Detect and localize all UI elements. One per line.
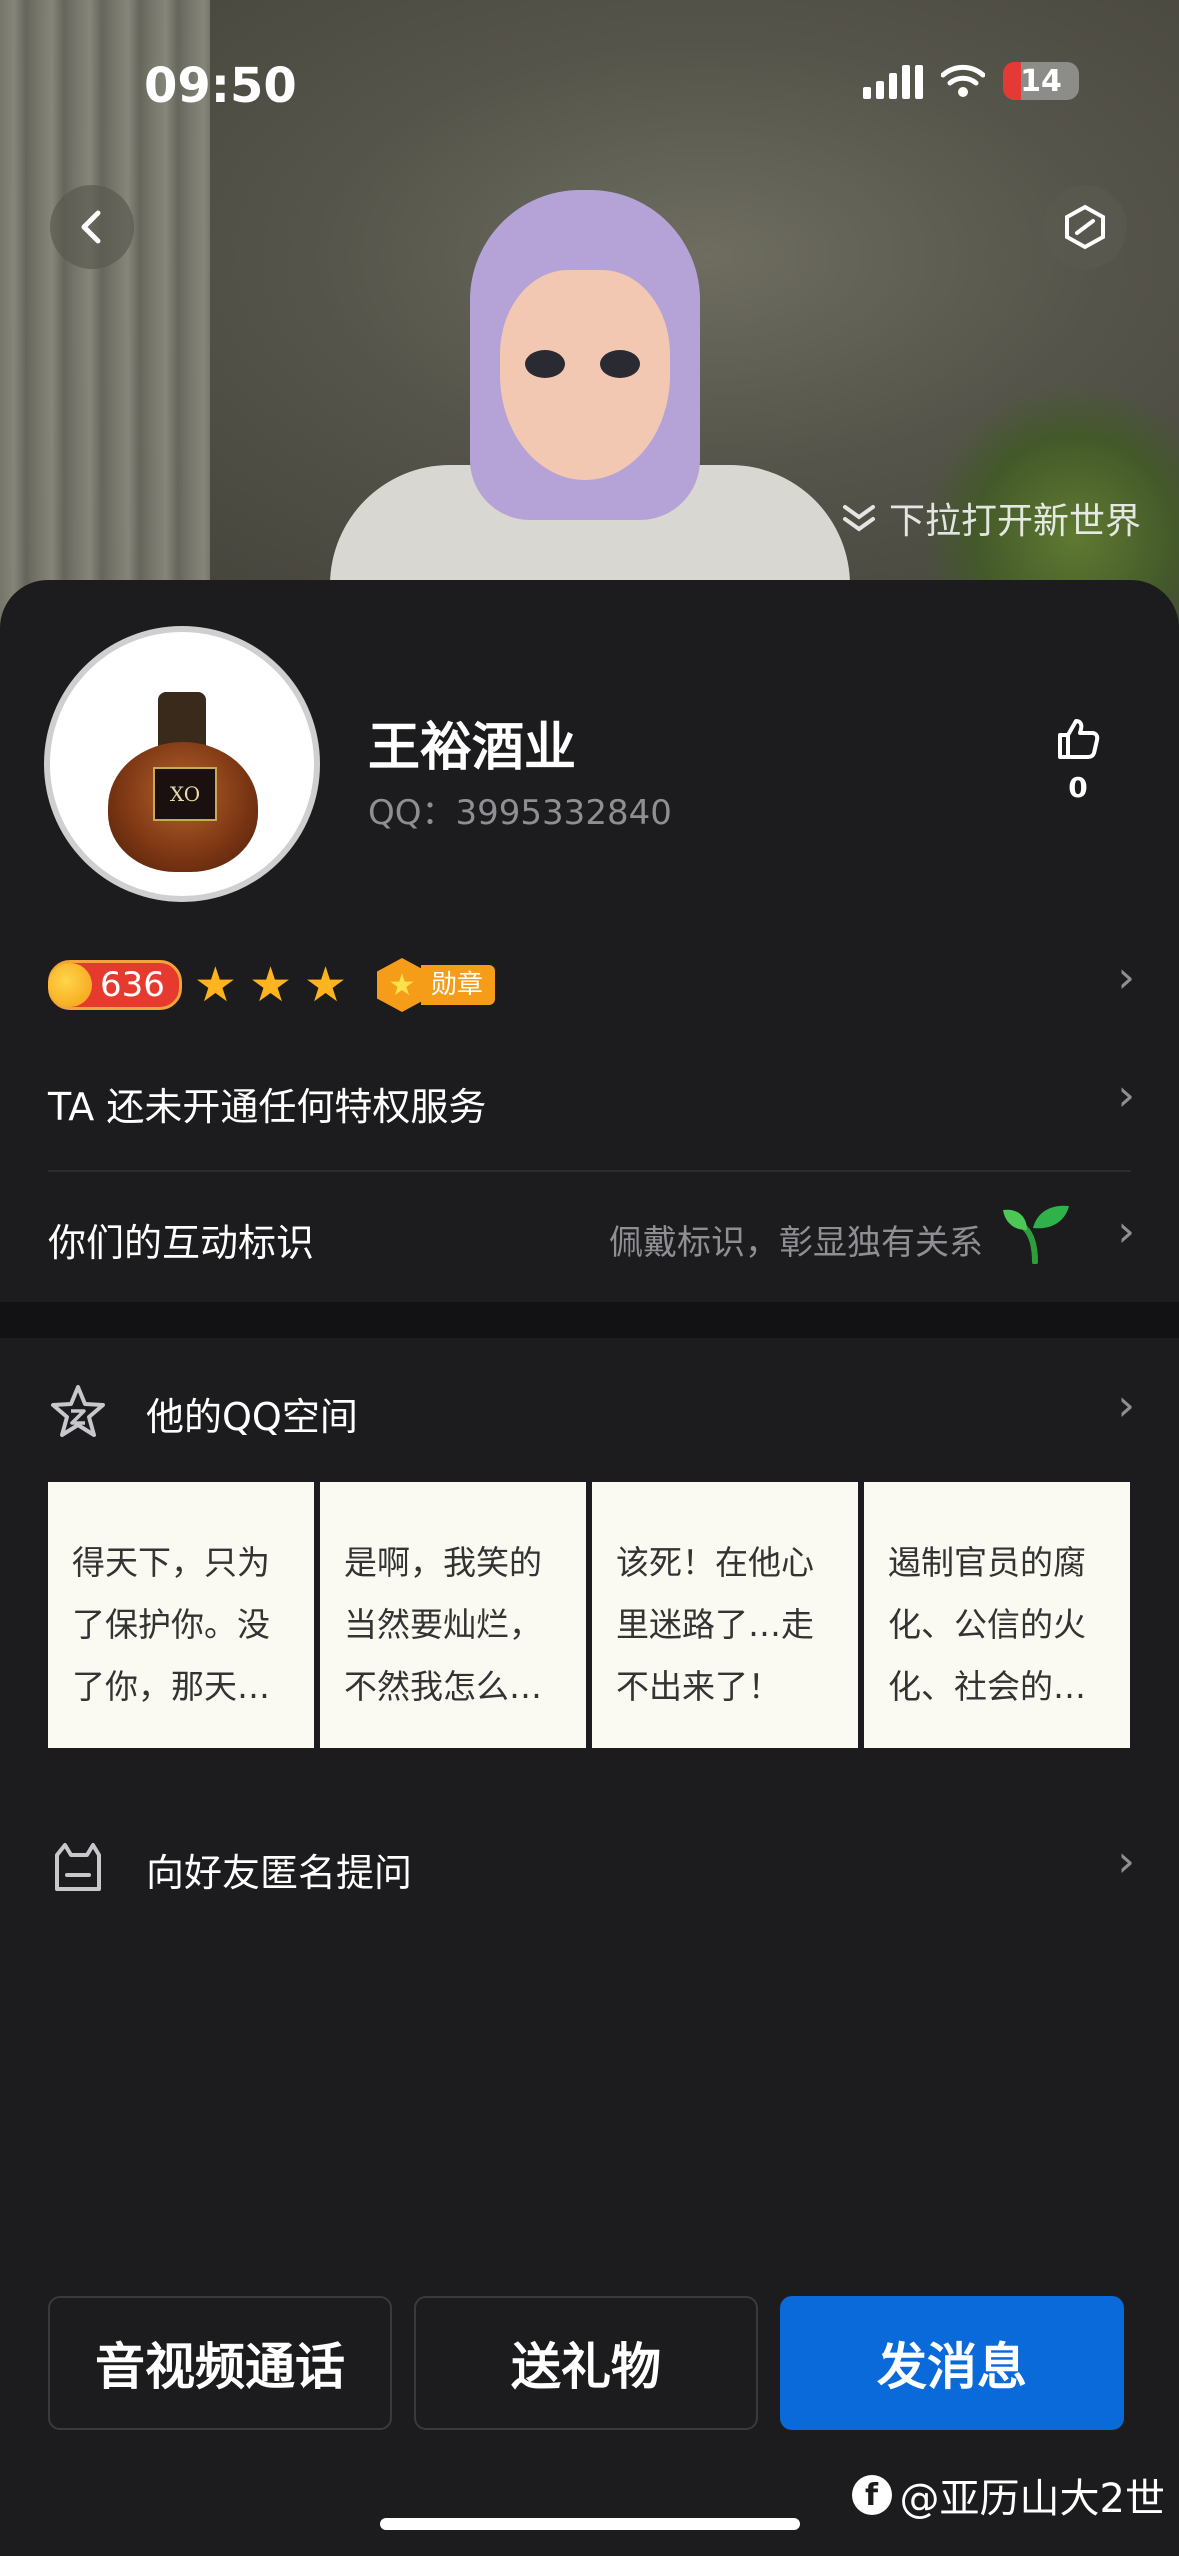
home-indicator[interactable] [380, 2518, 800, 2530]
level-badges[interactable]: 636 ★ ★ ★ ★ 勋章 [48, 957, 496, 1013]
chevron-left-icon [81, 210, 101, 244]
pull-down-hint[interactable]: 下拉打开新世界 [839, 492, 1141, 544]
chevron-right-icon[interactable]: › [1117, 1206, 1135, 1257]
double-chevron-down-icon [842, 505, 875, 532]
avatar[interactable]: XO [44, 626, 320, 902]
cognac-bottle-image: XO [108, 692, 258, 872]
post-text: 得天下，只为了保护你。没了你，那天… [72, 1543, 270, 1706]
facebook-icon: f [851, 2475, 892, 2515]
sprout-icon [1003, 1205, 1069, 1264]
wifi-icon [941, 64, 985, 97]
like-button[interactable]: 0 [1050, 715, 1106, 804]
post-text: 是啊，我笑的当然要灿烂，不然我怎么… [344, 1543, 542, 1706]
divider [48, 1170, 1131, 1172]
privilege-row-label[interactable]: TA 还未开通任何特权服务 [48, 1076, 486, 1131]
like-count: 0 [1068, 771, 1088, 804]
battery-level: 14 [1020, 63, 1062, 99]
qzone-title[interactable]: 他的QQ空间 [146, 1386, 358, 1441]
bottle-label: XO [153, 767, 217, 821]
share-button[interactable] [1043, 185, 1127, 269]
qzone-star-icon [48, 1382, 108, 1442]
level-value: 636 [100, 965, 165, 1005]
qzone-post[interactable]: 得天下，只为了保护你。没了你，那天… [48, 1482, 314, 1748]
chevron-right-icon[interactable]: › [1117, 952, 1135, 1003]
watermark-text: @亚历山大2世 [899, 2476, 1165, 2522]
3d-avatar-image [330, 190, 850, 640]
star-icon: ★ [193, 957, 237, 1013]
status-time: 09:50 [144, 58, 297, 114]
medal-badge: ★ 勋章 [377, 958, 496, 1012]
post-text: 该死！在他心里迷路了…走不出来了！ [616, 1543, 814, 1706]
back-button[interactable] [50, 185, 134, 269]
av-call-button[interactable]: 音视频通话 [48, 2296, 392, 2430]
interaction-row-label[interactable]: 你们的互动标识 [48, 1212, 314, 1267]
interaction-hint: 佩戴标识，彰显独有关系 [609, 1223, 983, 1263]
qzone-post[interactable]: 遏制官员的腐化、公信的火化、社会的… [864, 1482, 1130, 1748]
qzone-posts: 得天下，只为了保护你。没了你，那天… 是啊，我笑的当然要灿烂，不然我怎么… 该死… [48, 1482, 1130, 1748]
qq-number: QQ：3995332840 [368, 793, 672, 833]
watermark: f @亚历山大2世 [851, 2466, 1165, 2524]
qzone-post[interactable]: 该死！在他心里迷路了…走不出来了！ [592, 1482, 858, 1748]
post-text: 遏制官员的腐化、公信的火化、社会的… [888, 1543, 1086, 1706]
section-separator [0, 1302, 1179, 1338]
chevron-right-icon[interactable]: › [1117, 1836, 1135, 1887]
battery-icon: 14 [1003, 62, 1079, 100]
medal-label: 勋章 [421, 965, 496, 1005]
cat-box-icon [48, 1838, 108, 1898]
qzone-post[interactable]: 是啊，我笑的当然要灿烂，不然我怎么… [320, 1482, 586, 1748]
level-badge: 636 [48, 960, 182, 1010]
send-message-button[interactable]: 发消息 [780, 2296, 1124, 2430]
status-icons: 14 [863, 62, 1079, 100]
anon-question-title[interactable]: 向好友匿名提问 [146, 1842, 412, 1897]
signal-icon [863, 63, 923, 99]
sun-coin-icon [48, 963, 92, 1007]
thumbs-up-icon [1058, 719, 1100, 759]
star-icon: ★ [303, 957, 347, 1013]
pull-hint-label: 下拉打开新世界 [888, 501, 1141, 542]
hexagon-icon [1065, 204, 1105, 250]
medal-icon: ★ [377, 958, 427, 1012]
chevron-right-icon[interactable]: › [1117, 1070, 1135, 1121]
profile-name: 王裕酒业 [368, 718, 577, 778]
send-gift-button[interactable]: 送礼物 [414, 2296, 758, 2430]
chevron-right-icon[interactable]: › [1117, 1380, 1135, 1431]
star-icon: ★ [248, 957, 292, 1013]
